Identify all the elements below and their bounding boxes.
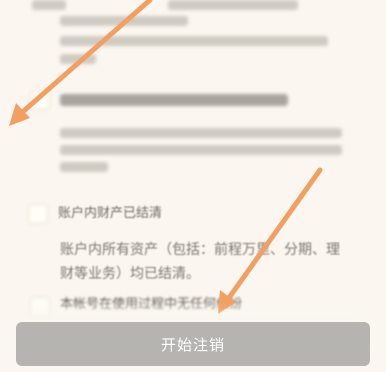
arrow-upper	[9, 0, 153, 126]
annotation-arrows	[9, 0, 323, 314]
start-button-label: 开始注销	[160, 335, 225, 354]
start-cancellation-button[interactable]: 开始注销	[16, 322, 370, 366]
cancellation-screen: 账户内财产已结清 账户内所有资产（包括：前程万里、分期、理财等业务）均已结清。 …	[0, 0, 386, 372]
arrow-lower	[218, 167, 323, 314]
